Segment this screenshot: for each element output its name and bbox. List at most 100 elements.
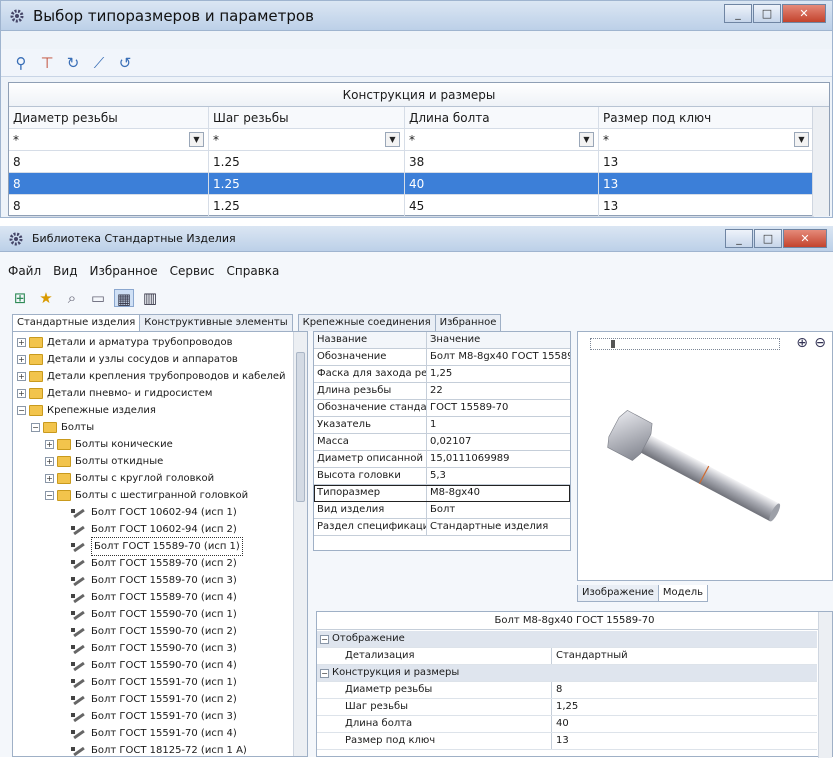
property-value[interactable]: Стандартные изделия [427, 519, 570, 535]
property-value[interactable]: Стандартный [552, 648, 628, 664]
property-value[interactable]: 0,02107 [427, 434, 570, 450]
filter-icon[interactable]: ⚲ [11, 54, 31, 72]
tree-item[interactable]: + Детали крепления трубопроводов и кабеле… [17, 368, 286, 385]
chevron-down-icon[interactable]: ▼ [794, 132, 809, 147]
table-row[interactable]: 8 1.25 38 13 [9, 151, 814, 173]
property-value[interactable]: 5,3 [427, 468, 570, 484]
tree-item[interactable]: Болт ГОСТ 15590-70 (исп 2) [59, 623, 237, 640]
table-row[interactable]: 8 1.25 45 13 [9, 195, 814, 217]
tree-item[interactable]: + Болты откидные [45, 453, 163, 470]
maximize-button[interactable]: □ [754, 229, 782, 248]
close-button[interactable]: ✕ [783, 229, 827, 248]
property-row[interactable]: ОбозначениеБолт М8-8gx40 ГОСТ 15589-70 [314, 349, 570, 366]
scroll-thumb[interactable] [296, 352, 305, 502]
tree-item[interactable]: Болт ГОСТ 15590-70 (исп 3) [59, 640, 237, 657]
property-value[interactable]: 1,25 [427, 366, 570, 382]
col-header[interactable]: Диаметр резьбы [9, 107, 209, 129]
expand-icon[interactable]: + [17, 338, 26, 347]
table-cell[interactable]: 13 [599, 173, 814, 195]
table-cell[interactable]: 13 [599, 151, 814, 173]
tree-item[interactable]: Болт ГОСТ 15591-70 (исп 3) [59, 708, 237, 725]
property-row[interactable]: Раздел спецификации Стандартные изделия [314, 519, 570, 536]
property-value[interactable]: Болт М8-8gx40 ГОСТ 15589-70 [427, 349, 570, 365]
menu-file[interactable]: Файл [8, 264, 41, 278]
expand-icon[interactable]: + [45, 440, 54, 449]
menu-favorites[interactable]: Избранное [89, 264, 157, 278]
grid-scrollbar[interactable] [812, 107, 829, 216]
filter-cell[interactable]: * ▼ [209, 129, 405, 151]
tab-standard-parts[interactable]: Стандартные изделия [12, 314, 141, 331]
zoom-out-icon[interactable]: ⊖ [814, 335, 826, 351]
col-header[interactable]: Длина болта [405, 107, 599, 129]
expand-icon[interactable]: + [17, 355, 26, 364]
tree-item[interactable]: Болт ГОСТ 15591-70 (исп 2) [59, 691, 237, 708]
table-cell[interactable]: 13 [599, 195, 814, 217]
tree-item[interactable]: Болт ГОСТ 15590-70 (исп 1) [59, 606, 237, 623]
tab-favorites[interactable]: Избранное [434, 314, 502, 331]
tree-item[interactable]: + Болты конические [45, 436, 173, 453]
table-cell[interactable]: 45 [405, 195, 599, 217]
tree-scrollbar[interactable] [293, 332, 307, 756]
table-cell[interactable]: 8 [9, 173, 209, 195]
model-viewer[interactable]: ⊕ ⊖ [577, 331, 833, 581]
tree-item[interactable]: Болт ГОСТ 18125-72 (исп 1 А) [59, 742, 247, 756]
collapse-icon[interactable]: − [320, 635, 329, 644]
slider-handle[interactable] [611, 340, 615, 348]
property-row[interactable]: Детализация Стандартный [317, 648, 817, 665]
menu-service[interactable]: Сервис [170, 264, 215, 278]
property-row[interactable]: Вид изделия Болт [314, 502, 570, 519]
collapse-icon[interactable]: − [17, 406, 26, 415]
property-row[interactable]: Длина болта 40 [317, 716, 817, 733]
chevron-down-icon[interactable]: ▼ [579, 132, 594, 147]
tree-item[interactable]: Болт ГОСТ 15591-70 (исп 4) [59, 725, 237, 742]
tree-item[interactable]: − Болты [31, 419, 94, 436]
table-cell[interactable]: 8 [9, 195, 209, 217]
chevron-down-icon[interactable]: ▼ [189, 132, 204, 147]
category-row[interactable]: − Отображение [317, 631, 817, 648]
tree-icon[interactable]: ⊞ [10, 289, 30, 307]
edit-filter-icon[interactable]: ⊤ [37, 54, 57, 72]
category-row[interactable]: − Конструкция и размеры [317, 665, 817, 682]
property-value[interactable]: 15,0111069989 [427, 451, 570, 467]
property-value[interactable]: 1 [427, 417, 570, 433]
property-row[interactable]: Масса 0,02107 [314, 434, 570, 451]
chevron-down-icon[interactable]: ▼ [385, 132, 400, 147]
list-view-icon[interactable]: ▭ [88, 289, 108, 307]
tree-item[interactable]: + Детали и арматура трубопроводов [17, 334, 233, 351]
expand-icon[interactable]: + [17, 372, 26, 381]
maximize-button[interactable]: □ [753, 4, 781, 23]
table-cell[interactable]: 8 [9, 151, 209, 173]
property-row[interactable]: Высота головки 5,3 [314, 468, 570, 485]
table-cell[interactable]: 1.25 [209, 173, 405, 195]
col-header[interactable]: Шаг резьбы [209, 107, 405, 129]
tree-item[interactable]: Болт ГОСТ 10602-94 (исп 1) [59, 504, 237, 521]
minimize-button[interactable]: _ [724, 4, 752, 23]
tree-item[interactable]: + Болты с круглой головкой [45, 470, 214, 487]
filter-cell[interactable]: * ▼ [9, 129, 209, 151]
property-value[interactable]: 13 [552, 733, 569, 749]
menu-view[interactable]: Вид [53, 264, 77, 278]
property-row[interactable]: Диаметр резьбы 8 [317, 682, 817, 699]
tree-item[interactable]: Болт ГОСТ 15589-70 (исп 4) [59, 589, 237, 606]
property-row[interactable]: Указатель 1 [314, 417, 570, 434]
table-row[interactable]: 8 1.25 40 13 [9, 173, 814, 195]
collapse-icon[interactable]: − [45, 491, 54, 500]
expand-icon[interactable]: + [45, 457, 54, 466]
title-bar[interactable]: Библиотека Стандартные Изделия _ □ ✕ [0, 226, 833, 252]
collapse-icon[interactable]: − [320, 669, 329, 678]
property-row[interactable]: Типоразмер М8-8gx40 [314, 485, 570, 502]
title-bar[interactable]: Выбор типоразмеров и параметров _ □ ✕ [1, 1, 832, 31]
table-cell[interactable]: 38 [405, 151, 599, 173]
tree-item[interactable]: Болт ГОСТ 15590-70 (исп 4) [59, 657, 237, 674]
property-row[interactable]: Обозначение стандартаГОСТ 15589-70 [314, 400, 570, 417]
property-value[interactable]: 40 [552, 716, 569, 732]
refresh-icon[interactable]: ↻ [63, 54, 83, 72]
tab-model[interactable]: Модель [657, 585, 709, 602]
filter-cell[interactable]: * ▼ [405, 129, 599, 151]
property-value[interactable]: 1,25 [552, 699, 578, 715]
expand-icon[interactable]: + [17, 389, 26, 398]
graph-icon[interactable]: ⟋ [89, 54, 109, 72]
expand-icon[interactable]: + [45, 474, 54, 483]
property-value[interactable]: Болт [427, 502, 570, 518]
table-cell[interactable]: 1.25 [209, 195, 405, 217]
